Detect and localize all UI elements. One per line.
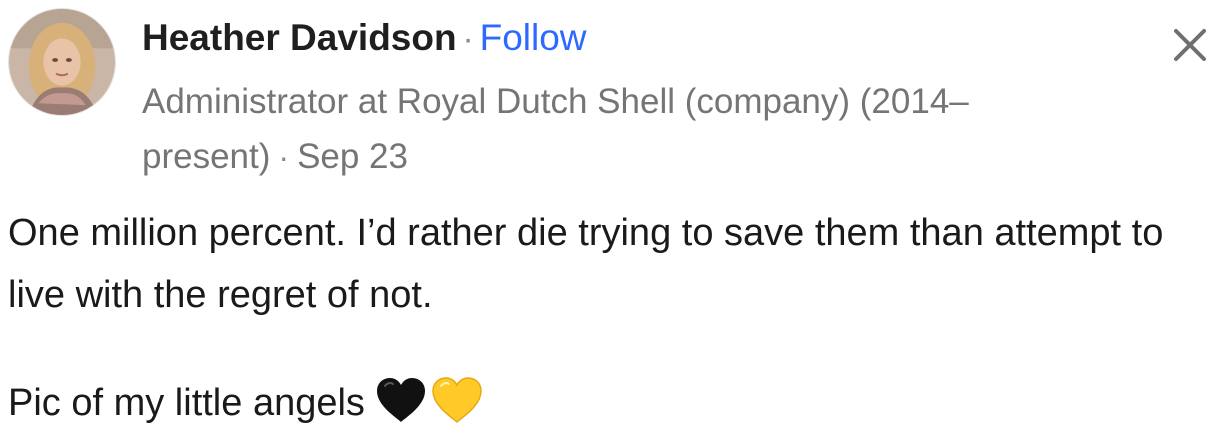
post-header: Heather Davidson · Follow Administrator at… [8,8,1208,178]
avatar[interactable] [8,8,116,116]
black-heart-icon [375,376,427,424]
avatar-photo [9,9,115,115]
author-line: Heather Davidson · Follow [142,16,587,61]
yellow-heart-icon [431,376,483,424]
post-paragraph: One million percent. I’d rather die tryi… [8,212,1164,316]
post-paragraph-with-emoji: Pic of my little angels [8,372,1204,434]
post-text: Pic of my little angels [8,382,365,424]
separator-dot: · [278,139,290,175]
author-credential[interactable]: Administrator at Royal Dutch Shell (comp… [142,82,969,176]
close-button[interactable] [1171,26,1208,64]
author-credential-line: Administrator at Royal Dutch Shell (comp… [142,74,1122,185]
separator-dot: · [462,20,474,57]
close-icon [1174,29,1206,61]
follow-button[interactable]: Follow [480,17,587,58]
post-body: One million percent. I’d rather die tryi… [8,202,1204,434]
author-name[interactable]: Heather Davidson [142,17,457,58]
post-date[interactable]: Sep 23 [297,137,408,176]
